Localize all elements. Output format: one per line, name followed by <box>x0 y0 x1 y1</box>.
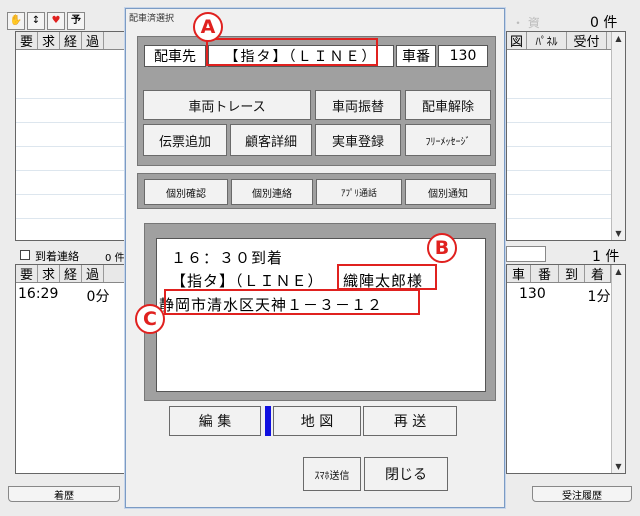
arrival-checkbox-label: 到着連絡 <box>35 250 79 263</box>
arrival-vehicle-grid[interactable]: 車 番 到 着 130 1分 ▲ ▼ <box>506 264 626 474</box>
company-text: 【指タ】（ＬＩＮＥ） <box>171 272 324 290</box>
scroll-up-icon[interactable]: ▲ <box>612 32 625 45</box>
car-no-label: 車番 <box>396 45 436 67</box>
vehicle-grid-top[interactable]: 図 ﾊﾟﾈﾙ 受付 ▲ ▼ <box>506 31 626 241</box>
scroll-down-icon[interactable]: ▼ <box>612 460 625 473</box>
reserve-button[interactable]: 予 <box>67 12 85 30</box>
map-marker-indicator <box>265 406 271 436</box>
address-text: 静岡市清水区天神１－３－１２ <box>159 296 384 314</box>
individual-contact-button[interactable]: 個別連絡 <box>231 179 313 205</box>
tab-call-history[interactable]: 着歴 <box>8 486 120 502</box>
scroll-down-icon[interactable]: ▼ <box>612 227 625 240</box>
vehicle-transfer-button[interactable]: 車両振替 <box>315 90 401 120</box>
customer-details-button[interactable]: 顧客詳細 <box>230 124 312 156</box>
bottom-count: 1 件 <box>592 249 620 265</box>
arrival-time-text: １６：３０到着 <box>171 249 284 267</box>
dispatch-value: 【指タ】（ＬＩＮＥ） <box>208 45 394 67</box>
arrival-grid-header: 要 求 経 過 <box>16 265 127 283</box>
hand-icon[interactable]: ✋ <box>7 12 25 30</box>
heart-icon[interactable]: ♥ <box>47 12 65 30</box>
sort-icon[interactable]: ↕ <box>27 12 45 30</box>
vertical-scrollbar[interactable]: ▲ ▼ <box>611 265 625 473</box>
dispatch-actions-group: 配車先 【指タ】（ＬＩＮＥ） 車番 130 車両トレース 車両振替 配車解除 伝… <box>137 36 496 166</box>
cancel-dispatch-button[interactable]: 配車解除 <box>405 90 491 120</box>
tab-order-history[interactable]: 受注履歴 <box>532 486 632 502</box>
arrival-vehicle-grid-header: 車 番 到 着 <box>507 265 625 283</box>
app-call-button[interactable]: ｱﾌﾟﾘ通話 <box>316 179 402 205</box>
arrival-checkbox[interactable] <box>20 250 30 260</box>
vehicle-trace-button[interactable]: 車両トレース <box>143 90 311 120</box>
ride-register-button[interactable]: 実車登録 <box>315 124 401 156</box>
individual-notify-button[interactable]: 個別通知 <box>405 179 491 205</box>
car-no-value: 130 <box>438 45 488 67</box>
request-grid-header: 要 求 経 過 <box>16 32 127 50</box>
callout-b: B <box>427 233 457 263</box>
dialog-title: 配車済選択 <box>129 14 175 24</box>
dispatch-label: 配車先 <box>144 45 206 67</box>
add-slip-button[interactable]: 伝票追加 <box>143 124 227 156</box>
close-button[interactable]: 閉じる <box>364 457 448 491</box>
callout-a: A <box>193 12 223 42</box>
individual-confirm-button[interactable]: 個別確認 <box>144 179 228 205</box>
filter-input[interactable] <box>506 246 546 262</box>
vehicle-grid-header: 図 ﾊﾟﾈﾙ 受付 <box>507 32 625 50</box>
resend-button[interactable]: 再 送 <box>363 406 457 436</box>
arrival-count: 0 件 <box>105 253 125 264</box>
map-button[interactable]: 地 図 <box>273 406 361 436</box>
free-message-button[interactable]: ﾌﾘｰﾒｯｾｰｼﾞ <box>405 124 491 156</box>
table-row[interactable]: 130 1分 <box>519 286 619 306</box>
arrival-grid[interactable]: 要 求 経 過 16:29 0分 <box>15 264 128 474</box>
individual-actions-group: 個別確認 個別連絡 ｱﾌﾟﾘ通話 個別通知 <box>137 173 496 209</box>
customer-name-text: 織陣太郎様 <box>343 272 424 290</box>
callout-c: C <box>135 304 165 334</box>
request-grid-top[interactable]: 要 求 経 過 <box>15 31 128 241</box>
table-row[interactable]: 16:29 0分 <box>18 286 118 306</box>
faded-label: ・ 資 <box>512 16 540 30</box>
vertical-scrollbar[interactable]: ▲ ▼ <box>611 32 625 240</box>
smartphone-send-button[interactable]: ｽﾏﾎ送信 <box>303 457 361 491</box>
edit-button[interactable]: 編 集 <box>169 406 261 436</box>
top-count: 0 件 <box>590 15 618 31</box>
scroll-up-icon[interactable]: ▲ <box>612 265 625 278</box>
